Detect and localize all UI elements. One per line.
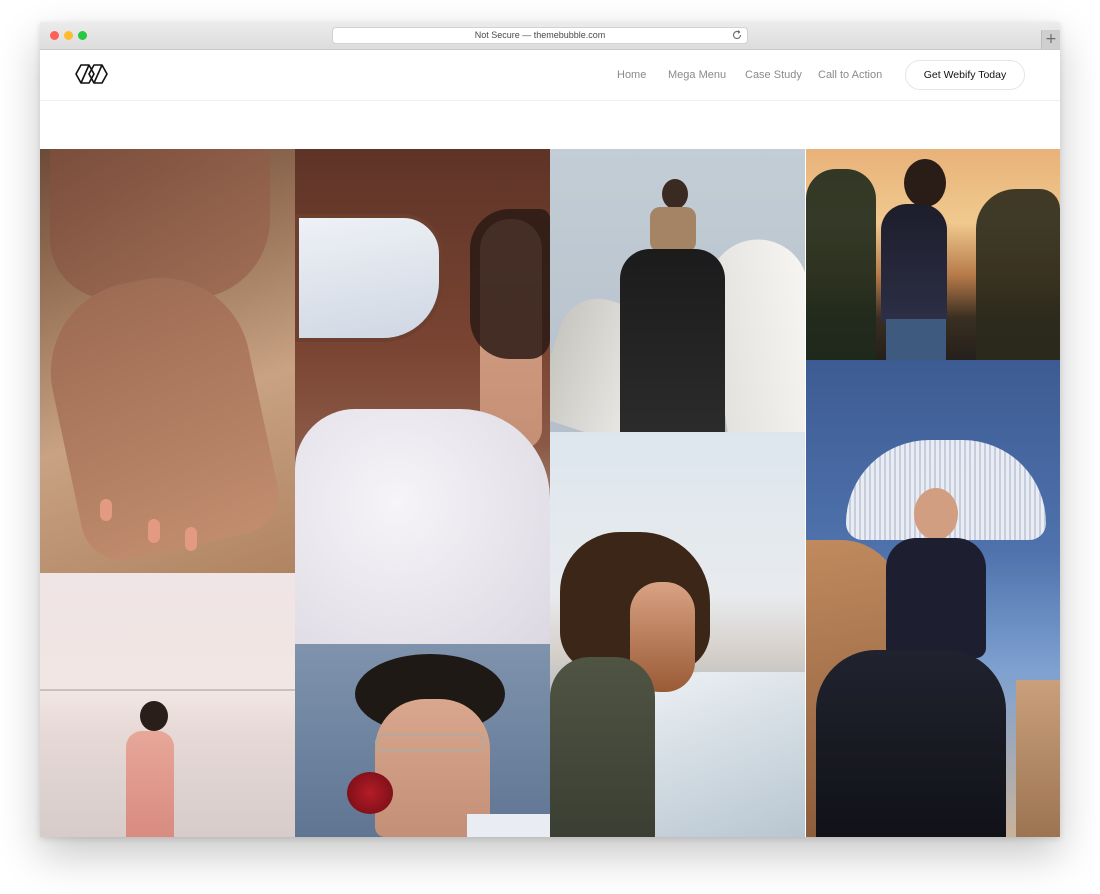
minimize-window-button[interactable] (64, 31, 73, 40)
photo-bearded-man-by-sea[interactable] (550, 432, 805, 837)
nav-home-link[interactable]: Home (617, 69, 646, 81)
new-tab-button[interactable]: + (1041, 30, 1060, 49)
photo-woman-at-sunset[interactable] (806, 149, 1060, 360)
webify-logo-icon[interactable] (75, 63, 109, 85)
nav-call-to-action-link[interactable]: Call to Action (818, 69, 882, 81)
nav-mega-menu-link[interactable]: Mega Menu (668, 69, 726, 81)
photo-bride-in-boat-cabin[interactable] (295, 149, 550, 644)
get-webify-button[interactable]: Get Webify Today (905, 60, 1025, 90)
photo-man-with-red-rose[interactable] (295, 644, 550, 837)
nav-case-study-link[interactable]: Case Study (745, 69, 802, 81)
browser-titlebar: Not Secure — themebubble.com + (40, 22, 1060, 50)
photo-gallery (40, 149, 1060, 837)
close-window-button[interactable] (50, 31, 59, 40)
browser-window: Not Secure — themebubble.com + Home Mega… (40, 22, 1060, 837)
photo-woman-on-concrete-structures[interactable] (550, 149, 805, 432)
address-text: Not Secure — themebubble.com (474, 30, 606, 40)
photo-woman-with-fringe-umbrella[interactable] (806, 360, 1060, 837)
reload-icon[interactable] (731, 29, 743, 41)
photo-woman-on-beach[interactable] (40, 573, 295, 837)
photo-hands-in-sand[interactable] (40, 149, 295, 573)
site-header: Home Mega Menu Case Study Call to Action… (40, 50, 1060, 101)
maximize-window-button[interactable] (78, 31, 87, 40)
address-bar[interactable]: Not Secure — themebubble.com (332, 27, 748, 44)
